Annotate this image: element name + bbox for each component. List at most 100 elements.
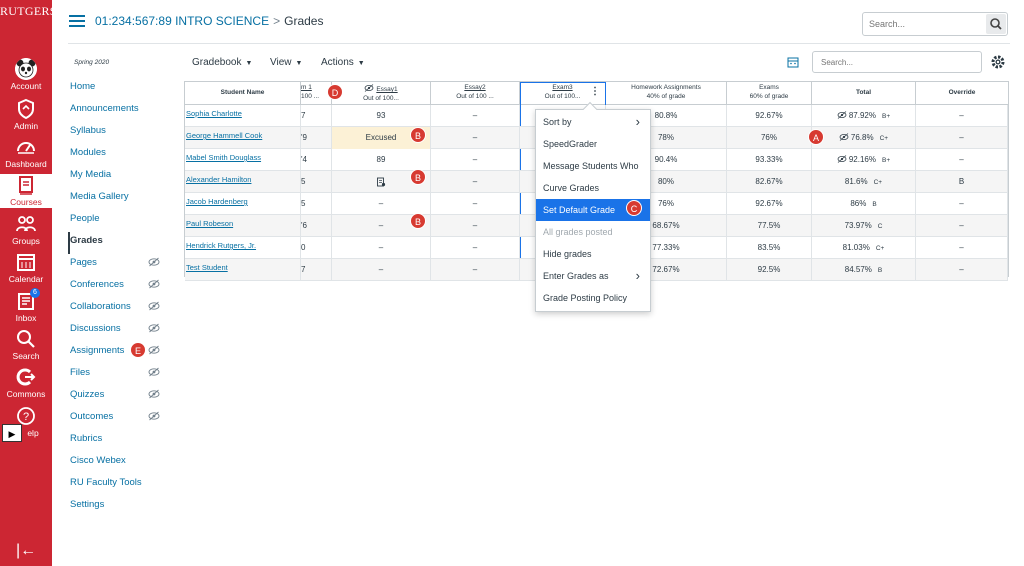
course-nav-item-pages[interactable]: Pages (68, 254, 168, 276)
grade-cell-essay1[interactable]: – (332, 193, 431, 215)
course-nav-item-label: Collaborations (70, 301, 131, 312)
menu-item-curve-grades[interactable]: Curve Grades (536, 177, 650, 199)
gradebook-search-input[interactable] (821, 53, 981, 72)
hamburger-menu-icon[interactable] (69, 15, 85, 27)
grade-cell-essay1[interactable]: 93 (332, 105, 431, 127)
grade-cell-essay2[interactable]: – (431, 149, 520, 171)
course-nav-item-discussions[interactable]: Discussions (68, 320, 168, 342)
view-menu-button[interactable]: View ▼ (270, 57, 302, 68)
menu-item-sort-by[interactable]: Sort by › (536, 111, 650, 133)
column-header-homework[interactable]: Homework Assignments 40% of grade (606, 82, 727, 105)
play-button[interactable]: ▶ (2, 424, 22, 442)
collapse-nav-button[interactable]: |← (16, 542, 36, 560)
grade-cell-exam1[interactable]: 0 (301, 237, 332, 259)
grade-cell-exam1[interactable]: 5 (301, 193, 332, 215)
header-search-input[interactable] (869, 14, 987, 34)
course-nav-item-collaborations[interactable]: Collaborations (68, 298, 168, 320)
caret-down-icon: ▼ (357, 60, 365, 67)
grade-cell-exams: 92.67% (727, 105, 812, 127)
grade-cell-exam1[interactable]: 7 (301, 105, 332, 127)
student-name-link[interactable]: Jacob Hardenberg (185, 193, 301, 215)
grade-cell-essay2[interactable]: – (431, 105, 520, 127)
total-percent: 76.8% (850, 133, 874, 142)
grade-cell-exam1[interactable]: '9 (301, 127, 332, 149)
column-options-kebab-icon[interactable]: ⋮ (590, 86, 600, 97)
student-name-link[interactable]: Hendrick Rutgers, Jr. (185, 237, 301, 259)
grade-cell-essay1[interactable]: 89 (332, 149, 431, 171)
inbox-count-badge: 6 (30, 288, 40, 298)
course-nav-item-outcomes[interactable]: Outcomes (68, 408, 168, 430)
course-nav-item-grades[interactable]: Grades (68, 232, 168, 254)
course-nav-item-announcements[interactable]: Announcements (68, 100, 168, 122)
rutgers-logo[interactable]: RUTGERS (0, 4, 56, 19)
course-nav-item-assignments[interactable]: Assignments (68, 342, 168, 364)
chevron-right-icon: › (635, 268, 640, 283)
grade-cell-essay2[interactable]: – (431, 193, 520, 215)
global-nav-courses[interactable]: Courses (0, 174, 52, 208)
student-name-link[interactable]: Mabel Smith Douglass (185, 149, 301, 171)
global-nav-search[interactable]: Search (0, 328, 52, 366)
global-nav-groups[interactable]: Groups (0, 213, 52, 251)
svg-text:?: ? (23, 411, 29, 423)
calculator-icon[interactable] (787, 56, 799, 68)
course-nav-item-media-gallery[interactable]: Media Gallery (68, 188, 168, 210)
eye-slash-icon (148, 279, 160, 289)
student-name-link[interactable]: Test Student (185, 259, 301, 281)
column-header-essay2[interactable]: Essay2 Out of 100 ... (431, 82, 520, 105)
actions-menu-button[interactable]: Actions ▼ (321, 57, 365, 68)
global-nav-admin[interactable]: Admin (0, 98, 52, 136)
course-nav-item-home[interactable]: Home (68, 78, 168, 100)
course-nav-item-settings[interactable]: Settings (68, 496, 168, 518)
student-name-link[interactable]: Sophia Charlotte (185, 105, 301, 127)
course-nav-item-files[interactable]: Files (68, 364, 168, 386)
global-nav-inbox[interactable]: 6 Inbox (0, 288, 52, 328)
column-header-essay1[interactable]: Essay1 Out of 100... (332, 82, 431, 105)
marker-b: B (410, 127, 426, 143)
letter-grade: C+ (875, 245, 885, 252)
menu-item-grade-posting-policy[interactable]: Grade Posting Policy (536, 287, 650, 309)
course-nav-item-rubrics[interactable]: Rubrics (68, 430, 168, 452)
global-nav-dashboard[interactable]: Dashboard (0, 136, 52, 174)
marker-a: A (808, 129, 824, 145)
course-nav-item-conferences[interactable]: Conferences (68, 276, 168, 298)
header-search-button[interactable] (986, 14, 1006, 34)
menu-item-speedgrader[interactable]: SpeedGrader (536, 133, 650, 155)
grade-cell-essay2[interactable]: – (431, 127, 520, 149)
column-header-override[interactable]: Override (916, 82, 1008, 105)
column-header-exams[interactable]: Exams 60% of grade (727, 82, 812, 105)
grade-cell-essay2[interactable]: – (431, 237, 520, 259)
grade-cell-essay2[interactable]: – (431, 259, 520, 281)
column-header-student-name[interactable]: Student Name (185, 82, 301, 105)
course-nav-item-cisco-webex[interactable]: Cisco Webex (68, 452, 168, 474)
gear-icon[interactable] (990, 54, 1006, 70)
grade-cell-exam1[interactable]: 7 (301, 259, 332, 281)
global-nav-calendar[interactable]: Calendar (0, 251, 52, 289)
column-header-total[interactable]: Total (812, 82, 916, 105)
course-nav-item-modules[interactable]: Modules (68, 144, 168, 166)
grade-cell-essay2[interactable]: – (431, 171, 520, 193)
course-nav-item-ru-faculty-tools[interactable]: RU Faculty Tools (68, 474, 168, 496)
course-nav-item-quizzes[interactable]: Quizzes (68, 386, 168, 408)
student-name-link[interactable]: George Hammell Cook (185, 127, 301, 149)
grade-cell-exam1[interactable]: '4 (301, 149, 332, 171)
grade-cell-essay2[interactable]: – (431, 215, 520, 237)
menu-item-message-students-who[interactable]: Message Students Who (536, 155, 650, 177)
course-nav-item-my-media[interactable]: My Media (68, 166, 168, 188)
global-nav-account[interactable]: Account (0, 58, 52, 96)
grade-cell-override: B (916, 171, 1008, 193)
global-nav-commons[interactable]: Commons (0, 366, 52, 404)
menu-item-enter-grades-as[interactable]: Enter Grades as › (536, 265, 650, 287)
menu-item-hide-grades[interactable]: Hide grades (536, 243, 650, 265)
breadcrumb-course-link[interactable]: 01:234:567:89 INTRO SCIENCE (95, 14, 269, 28)
gradebook-menu-button[interactable]: Gradebook ▼ (192, 57, 252, 68)
course-nav-item-people[interactable]: People (68, 210, 168, 232)
grade-cell-exam1[interactable]: 5 (301, 171, 332, 193)
student-name-link[interactable]: Alexander Hamilton (185, 171, 301, 193)
total-percent: 86% (850, 199, 867, 208)
student-name-link[interactable]: Paul Robeson (185, 215, 301, 237)
grade-cell-essay1[interactable]: – (332, 259, 431, 281)
grade-cell-exam1[interactable]: '6 (301, 215, 332, 237)
grade-cell-essay1[interactable]: – (332, 237, 431, 259)
course-nav-item-syllabus[interactable]: Syllabus (68, 122, 168, 144)
course-nav-item-label: Home (70, 81, 96, 92)
